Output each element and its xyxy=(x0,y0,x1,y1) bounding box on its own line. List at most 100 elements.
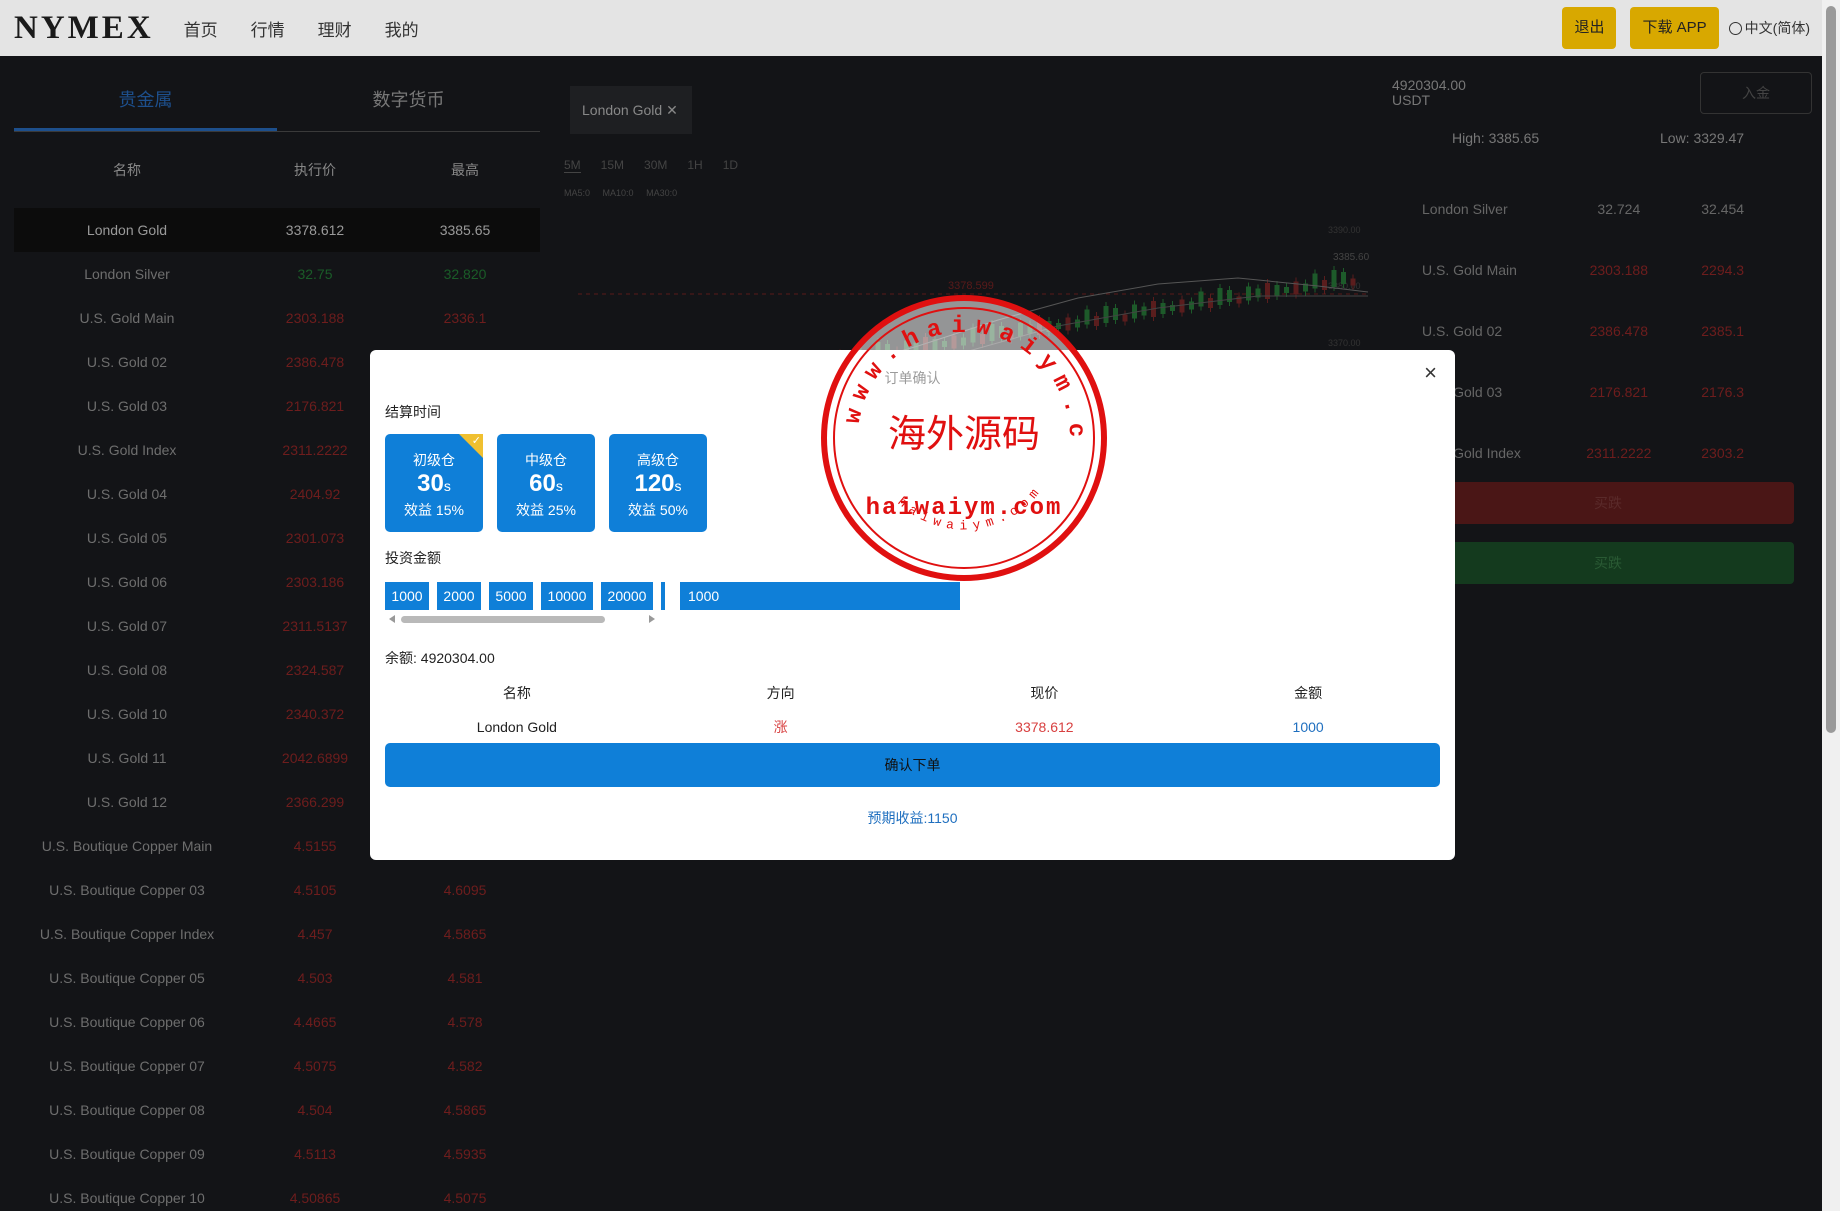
period-5m[interactable]: 5M xyxy=(564,158,581,173)
market-row[interactable]: U.S. Boutique Copper 03 4.5105 4.6095 xyxy=(14,868,540,912)
deposit-button[interactable]: 入金 xyxy=(1700,72,1812,114)
candle-body xyxy=(1341,272,1346,284)
balance-value: 4920304.00 xyxy=(1392,77,1466,93)
axis-label-top: 3390.00 xyxy=(1328,225,1361,235)
page-scrollbar-thumb[interactable] xyxy=(1826,6,1836,733)
market-row[interactable]: London Gold 3378.612 3385.65 xyxy=(14,208,540,252)
candle-body xyxy=(1236,296,1242,304)
market-row-price: 2386.478 xyxy=(285,354,345,370)
market-row-name: U.S. Gold 07 xyxy=(86,618,168,634)
period-1d[interactable]: 1D xyxy=(723,158,738,173)
market-row-name: London Gold xyxy=(86,222,168,238)
market-row-name: London Silver xyxy=(84,266,170,282)
right-market-row[interactable]: U.S. Gold Main 2303.188 2294.3 xyxy=(1422,262,1782,278)
market-row[interactable]: U.S. Gold Main 2303.188 2336.1 xyxy=(14,296,540,340)
market-row[interactable]: U.S. Boutique Copper 07 4.5075 4.582 xyxy=(14,1044,540,1088)
language-selector[interactable]: 中文(简体) xyxy=(1728,18,1810,38)
plan-name: 高级仓 xyxy=(637,452,679,468)
market-row[interactable]: London Silver 32.75 32.820 xyxy=(14,252,540,296)
tab-precious-metals[interactable]: 贵金属 xyxy=(14,56,277,131)
nav-mine[interactable]: 我的 xyxy=(385,16,419,41)
market-row[interactable]: U.S. Boutique Copper 06 4.4665 4.578 xyxy=(14,1000,540,1044)
amount-chip-10000[interactable]: 10000 xyxy=(541,582,593,610)
candle-body xyxy=(1265,283,1270,299)
tab-crypto[interactable]: 数字货币 xyxy=(277,56,540,131)
header-direction: 方向 xyxy=(766,685,795,701)
download-app-button[interactable]: 下载 APP xyxy=(1630,7,1719,49)
right-market-row[interactable]: U.S. Gold 02 2386.478 2385.1 xyxy=(1422,323,1782,339)
market-row-price: 4.50865 xyxy=(289,1190,341,1206)
candle-body xyxy=(1179,299,1185,313)
scroll-right-icon[interactable] xyxy=(649,615,655,623)
period-15m[interactable]: 15M xyxy=(601,158,624,173)
market-row-price: 2303.186 xyxy=(285,574,345,590)
col-name: 名称 xyxy=(113,162,141,178)
period-30m[interactable]: 30M xyxy=(644,158,667,173)
invest-amount-label: 投资金额 xyxy=(385,550,441,566)
amount-scrollbar[interactable] xyxy=(385,614,659,624)
market-row-high: 4.5865 xyxy=(443,926,487,942)
market-row[interactable]: U.S. Boutique Copper 05 4.503 4.581 xyxy=(14,956,540,1000)
amount-input[interactable]: 1000 xyxy=(680,582,960,610)
nav-finance[interactable]: 理财 xyxy=(318,16,352,41)
scroll-left-icon[interactable] xyxy=(389,615,395,623)
candle-body xyxy=(1246,286,1251,301)
right-market-row[interactable]: U.S. Gold Index 2311.2222 2303.2 xyxy=(1422,445,1782,461)
nav-market[interactable]: 行情 xyxy=(251,16,285,41)
market-row-price: 4.5155 xyxy=(293,838,337,854)
candle-body xyxy=(1331,270,1337,287)
market-row[interactable]: U.S. Boutique Copper 08 4.504 4.5865 xyxy=(14,1088,540,1132)
candle-body xyxy=(1122,314,1128,322)
market-row[interactable]: U.S. Boutique Copper Index 4.457 4.5865 xyxy=(14,912,540,956)
market-row[interactable]: U.S. Boutique Copper 09 4.5113 4.5935 xyxy=(14,1132,540,1176)
amount-chip-5000[interactable]: 5000 xyxy=(489,582,533,610)
plan-option-advanced[interactable]: 高级仓 120s 效益 50% xyxy=(609,434,707,532)
plan-rate: 效益 15% xyxy=(404,502,464,518)
market-row-name: U.S. Gold 10 xyxy=(86,706,168,722)
confirm-order-button[interactable]: 确认下单 xyxy=(385,743,1440,787)
market-row-price: 4.5075 xyxy=(293,1058,337,1074)
amount-chip-20000[interactable]: 20000 xyxy=(601,582,653,610)
price-line-label: 3378.599 xyxy=(948,280,994,292)
nav-home[interactable]: 首页 xyxy=(184,16,218,41)
logout-button[interactable]: 退出 xyxy=(1562,7,1617,49)
right-row-value-b: 2303.2 xyxy=(1701,445,1745,461)
market-row-price: 2176.821 xyxy=(285,398,345,414)
plan-option-basic[interactable]: 初级仓 30s 效益 15% ✓ xyxy=(385,434,483,532)
candle-body xyxy=(1198,291,1204,307)
amount-chip-more[interactable] xyxy=(661,582,665,610)
market-row-price: 4.457 xyxy=(297,926,333,942)
candle-body xyxy=(1350,278,1356,286)
right-row-value-a: 2303.188 xyxy=(1589,262,1649,278)
amount-chip-2000[interactable]: 2000 xyxy=(437,582,481,610)
buy-down-button[interactable]: 买跌 xyxy=(1422,542,1794,584)
globe-icon xyxy=(1728,21,1742,35)
right-market-row[interactable]: U.S. Gold 03 2176.821 2176.3 xyxy=(1422,384,1782,400)
right-market-row[interactable]: London Silver 32.724 32.454 xyxy=(1422,201,1782,217)
market-row-high: 4.5865 xyxy=(443,1102,487,1118)
symbol-tab[interactable]: London Gold ✕ xyxy=(570,86,692,134)
plan-option-mid[interactable]: 中级仓 60s 效益 25% xyxy=(497,434,595,532)
market-row-high: 4.5075 xyxy=(443,1190,487,1206)
market-row[interactable]: U.S. Boutique Copper 10 4.50865 4.5075 xyxy=(14,1176,540,1211)
order-row: London Gold 涨 3378.612 1000 xyxy=(385,710,1440,744)
close-icon[interactable]: ✕ xyxy=(666,102,678,118)
amount-chip-1000[interactable]: 1000 xyxy=(385,582,429,610)
market-row-name: U.S. Gold 06 xyxy=(86,574,168,590)
watermark-stamp: www.haiwaiym.com 海外源码 haiwaiym.com haiwa… xyxy=(818,292,1107,581)
page-scrollbar[interactable] xyxy=(1822,0,1840,1211)
market-row-name: U.S. Gold 12 xyxy=(86,794,168,810)
symbol-tab-label: London Gold xyxy=(582,102,663,118)
period-1h[interactable]: 1H xyxy=(687,158,702,173)
plan-rate: 效益 25% xyxy=(516,502,576,518)
balance-line: 余额: 4920304.00 xyxy=(385,648,495,668)
candle-body xyxy=(1322,280,1327,290)
buy-up-button[interactable]: 买跌 xyxy=(1422,482,1794,524)
right-row-value-a: 2176.821 xyxy=(1589,384,1649,400)
market-row-name: U.S. Gold 03 xyxy=(86,398,168,414)
col-high: 最高 xyxy=(451,162,479,178)
amount-scrollbar-thumb[interactable] xyxy=(401,616,605,623)
col-price: 执行价 xyxy=(294,162,336,178)
checkmark-icon: ✓ xyxy=(471,435,481,447)
close-icon[interactable]: × xyxy=(1424,360,1437,386)
